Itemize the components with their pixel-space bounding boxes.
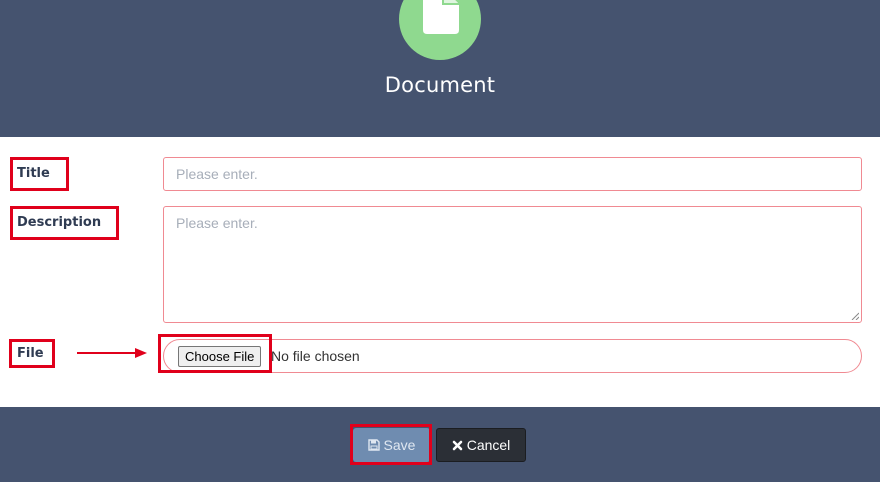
arrow-right-icon [77, 348, 147, 358]
cancel-button[interactable]: Cancel [436, 428, 526, 462]
cancel-label: Cancel [466, 437, 511, 453]
file-status: No file chosen [271, 348, 360, 364]
resize-grip-icon[interactable] [851, 312, 859, 320]
header: Document [0, 0, 880, 137]
document-form: Title Please enter. Description Please e… [0, 137, 880, 407]
page-title: Document [384, 73, 496, 97]
document-badge [399, 0, 481, 60]
description-placeholder: Please enter. [176, 215, 258, 231]
description-label: Description [17, 215, 102, 230]
choose-file-highlight [158, 334, 272, 373]
save-button-highlight [350, 424, 432, 465]
close-icon [452, 440, 463, 450]
file-label: File [17, 346, 44, 361]
footer-toolbar: Save Cancel [0, 407, 880, 482]
description-textarea[interactable]: Please enter. [163, 206, 862, 323]
title-placeholder: Please enter. [176, 166, 258, 182]
document-icon [423, 0, 459, 34]
title-label: Title [17, 166, 50, 181]
title-input[interactable]: Please enter. [163, 157, 862, 191]
